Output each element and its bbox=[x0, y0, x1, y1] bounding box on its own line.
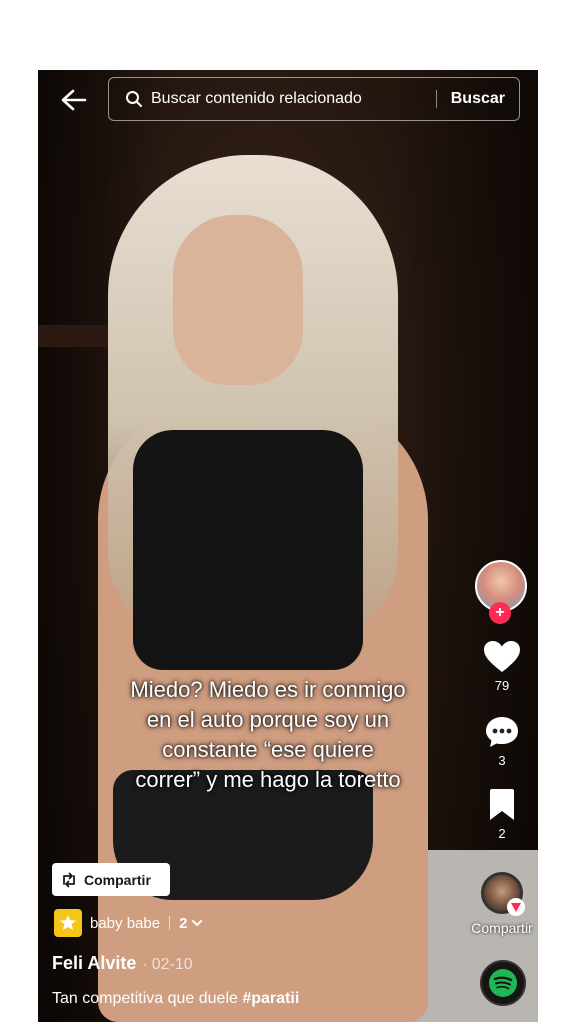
video-description: Tan competitiva que duele #paratii bbox=[52, 990, 299, 1008]
comment-icon bbox=[486, 717, 518, 747]
follow-button[interactable]: + bbox=[489, 602, 511, 624]
video-player[interactable]: Buscar contenido relacionado Buscar Mied… bbox=[38, 70, 538, 1022]
video-person-top bbox=[133, 430, 363, 670]
comment-button[interactable]: 3 bbox=[472, 715, 532, 768]
back-arrow-icon bbox=[61, 89, 87, 111]
bookmark-icon bbox=[490, 789, 514, 820]
hashtag-link[interactable]: #paratii bbox=[242, 990, 299, 1007]
chevron-down-icon bbox=[191, 917, 203, 929]
search-bar[interactable]: Buscar contenido relacionado Buscar bbox=[108, 77, 520, 121]
date-separator: · bbox=[142, 956, 148, 973]
caption-line: constante “ese quiere bbox=[162, 737, 374, 762]
spotify-button[interactable] bbox=[480, 960, 526, 1006]
save-button[interactable]: 2 bbox=[472, 788, 532, 841]
playlist-divider bbox=[169, 916, 171, 930]
repost-label: Compartir bbox=[84, 871, 151, 888]
repost-button[interactable]: Compartir bbox=[52, 863, 170, 896]
like-count: 79 bbox=[494, 678, 510, 693]
share-badge bbox=[507, 898, 525, 916]
share-label[interactable]: Compartir bbox=[460, 920, 538, 936]
post-date: 02-10 bbox=[151, 956, 193, 973]
video-shelf bbox=[38, 325, 108, 347]
save-count: 2 bbox=[498, 826, 506, 841]
caption-line: correr” y me hago la toretto bbox=[135, 767, 401, 792]
author-row: Feli Alvite · 02-10 bbox=[52, 953, 193, 974]
search-input[interactable]: Buscar contenido relacionado bbox=[151, 90, 436, 108]
search-icon bbox=[125, 90, 143, 108]
comment-count: 3 bbox=[498, 753, 506, 768]
search-button[interactable]: Buscar bbox=[451, 90, 505, 108]
caption-line: Miedo? Miedo es ir conmigo bbox=[130, 677, 406, 702]
description-text: Tan competitiva que duele bbox=[52, 990, 243, 1007]
caption-line: en el auto porque soy un bbox=[146, 707, 390, 732]
video-caption: Miedo? Miedo es ir conmigo en el auto po… bbox=[98, 675, 438, 795]
author-name[interactable]: Feli Alvite bbox=[52, 953, 136, 974]
playlist-icon bbox=[54, 909, 82, 937]
back-button[interactable] bbox=[58, 84, 90, 116]
playlist-row[interactable]: baby babe 2 bbox=[54, 908, 203, 938]
repost-icon bbox=[60, 871, 78, 889]
search-divider bbox=[435, 90, 437, 108]
playlist-count: 2 bbox=[179, 914, 188, 932]
video-person-face bbox=[173, 215, 303, 385]
like-button[interactable]: 79 bbox=[472, 640, 532, 693]
playlist-name: baby babe bbox=[90, 914, 161, 932]
spotify-icon bbox=[489, 969, 517, 997]
share-icon bbox=[511, 903, 521, 912]
heart-icon bbox=[484, 641, 520, 672]
